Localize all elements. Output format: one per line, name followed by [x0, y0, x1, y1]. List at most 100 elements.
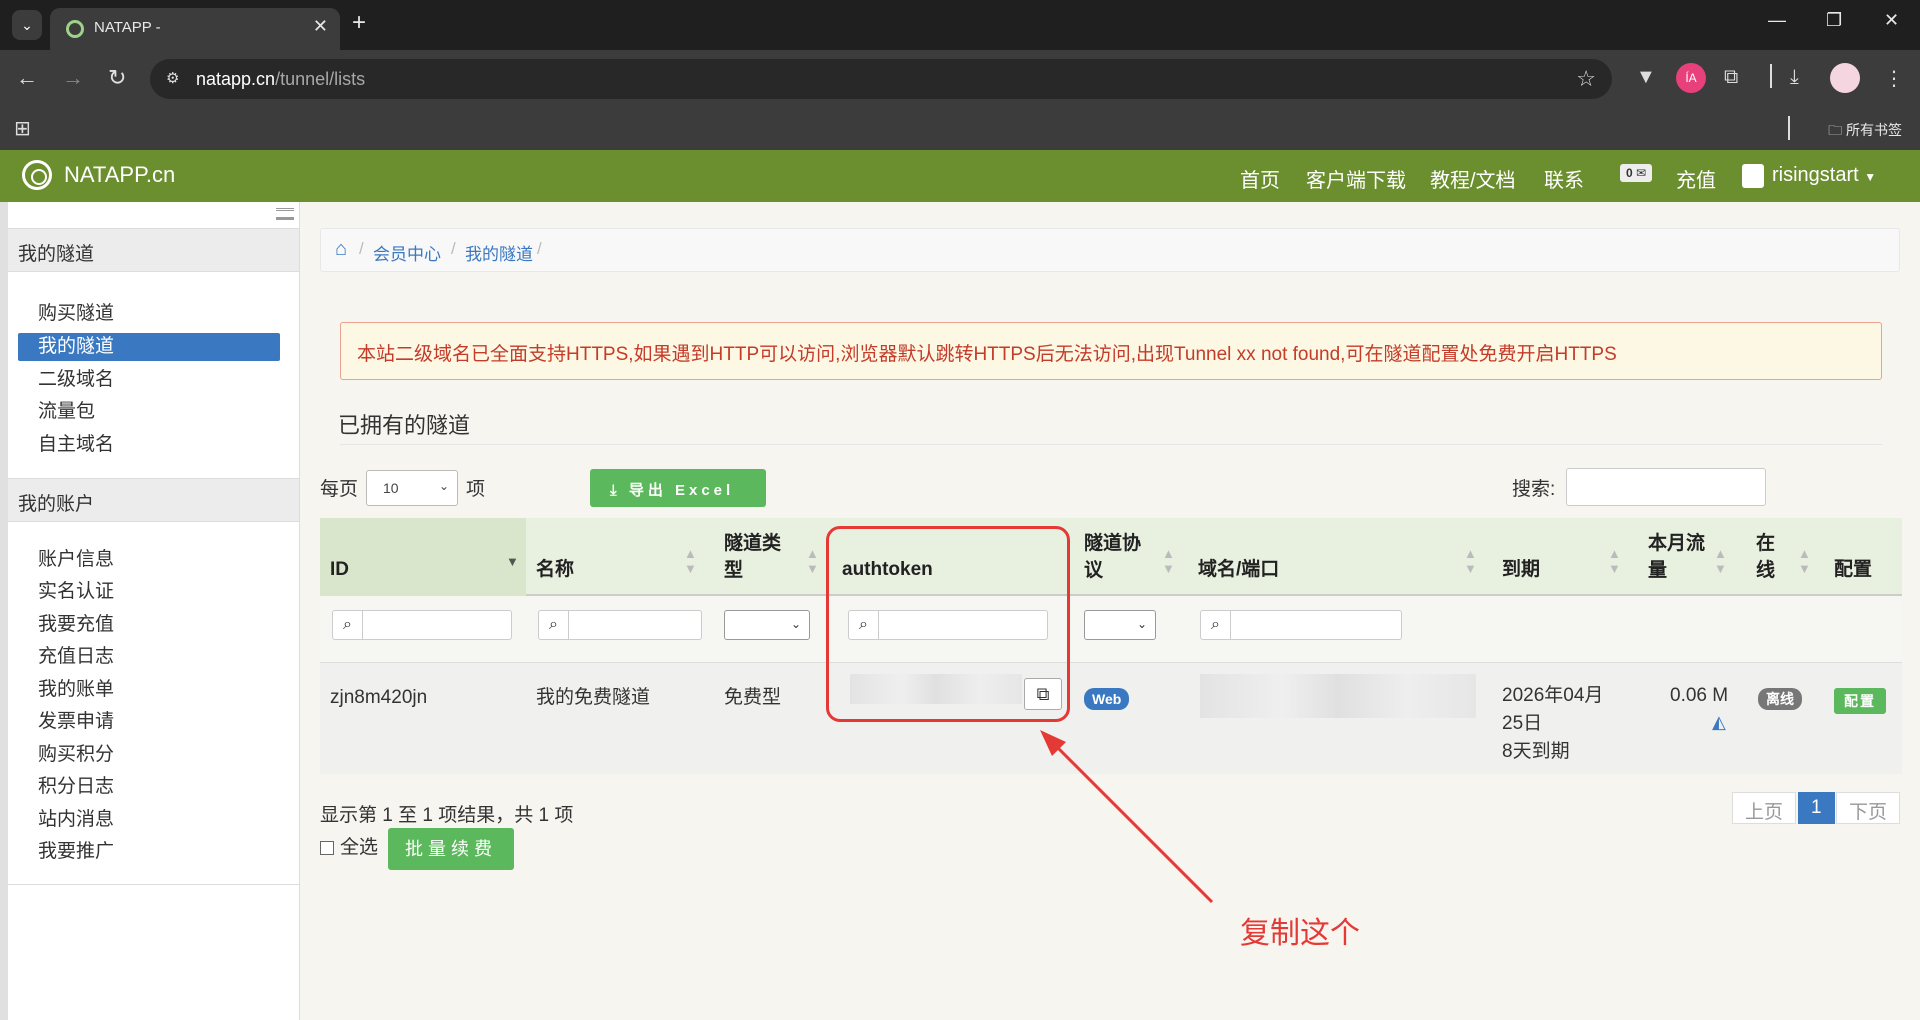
- nav-docs[interactable]: 教程/文档: [1430, 164, 1516, 193]
- chevron-down-icon: ⌄: [790, 617, 801, 631]
- menu-kebab-icon[interactable]: ⋮: [1884, 66, 1904, 91]
- sidebar-item-buy-tunnel[interactable]: 购买隧道: [18, 300, 280, 328]
- bookmark-star-icon[interactable]: ☆: [1576, 66, 1596, 92]
- sort-desc-icon[interactable]: ▼: [506, 554, 519, 569]
- site-favicon-icon: [66, 20, 84, 38]
- download-icon[interactable]: ⤓: [1790, 66, 1799, 89]
- download-icon: ⤓: [610, 482, 629, 499]
- sidebar-item-recharge[interactable]: 我要充值: [18, 611, 280, 639]
- forward-icon[interactable]: →: [62, 65, 84, 91]
- pager-next[interactable]: 下页: [1836, 792, 1901, 824]
- select-all-checkbox[interactable]: 全选: [320, 832, 378, 859]
- tab-search-button[interactable]: ⌄: [12, 10, 42, 40]
- nav-home[interactable]: 首页: [1240, 164, 1280, 193]
- sort-icon[interactable]: ▲ ▼: [806, 546, 819, 576]
- extensions-puzzle-icon[interactable]: ⧉: [1724, 66, 1738, 89]
- col-domain[interactable]: 域名/端口: [1198, 556, 1279, 583]
- area-chart-icon[interactable]: ◭: [1712, 712, 1726, 733]
- main-content: ⌂ / 会员中心 / 我的隧道 / 本站二级域名已全面支持HTTPS,如果遇到H…: [300, 202, 1920, 1020]
- browser-tab[interactable]: NATAPP - ✕: [50, 8, 340, 50]
- search-input[interactable]: [1566, 468, 1766, 506]
- sidebar-item-custom-domain[interactable]: 自主域名: [18, 431, 280, 459]
- sort-icon[interactable]: ▲ ▼: [1714, 546, 1727, 576]
- sidebar-scrollbar[interactable]: [0, 202, 8, 1020]
- per-page-select[interactable]: 10 ⌄: [366, 470, 458, 506]
- pager-prev[interactable]: 上页: [1732, 792, 1797, 824]
- authtoken-highlight-box: [826, 526, 1070, 722]
- config-button[interactable]: 配置: [1834, 688, 1886, 714]
- reload-icon[interactable]: ↻: [108, 65, 126, 91]
- breadcrumb-separator: /: [537, 239, 542, 258]
- apps-grid-icon[interactable]: ⊞: [14, 116, 31, 141]
- sort-icon[interactable]: ▲ ▼: [1608, 546, 1621, 576]
- site-info-icon[interactable]: ⚙: [166, 69, 184, 87]
- sort-icon[interactable]: ▲ ▼: [684, 546, 697, 576]
- filter-name-input[interactable]: ⌕: [538, 610, 702, 640]
- col-expire[interactable]: 到期: [1502, 556, 1540, 583]
- url-text: natapp.cn/tunnel/lists: [196, 69, 366, 89]
- col-type[interactable]: 隧道类型: [724, 530, 781, 584]
- col-protocol[interactable]: 隧道协议: [1084, 530, 1141, 584]
- sidebar-item-account-info[interactable]: 账户信息: [18, 546, 280, 574]
- breadcrumb: ⌂ / 会员中心 / 我的隧道 /: [320, 228, 1900, 272]
- restore-icon[interactable]: ❐: [1826, 10, 1842, 31]
- filter-domain-input[interactable]: ⌕: [1200, 610, 1402, 640]
- sort-icon[interactable]: ▲ ▼: [1464, 546, 1477, 576]
- sidebar-item-buy-points[interactable]: 购买积分: [18, 741, 280, 769]
- tab-title: NATAPP -: [94, 19, 161, 36]
- per-page-prefix: 每页: [320, 479, 359, 500]
- expire-date: 2026年04月 25日 8天到期: [1502, 685, 1604, 762]
- filter-protocol-select[interactable]: ⌄: [1084, 610, 1156, 640]
- sidebar-item-subdomain[interactable]: 二级域名: [18, 366, 280, 394]
- col-traffic[interactable]: 本月流量: [1648, 530, 1705, 584]
- nav-client-download[interactable]: 客户端下载: [1306, 164, 1406, 193]
- tab-close-icon[interactable]: ✕: [313, 16, 328, 37]
- search-label: 搜索:: [1512, 479, 1556, 500]
- nav-recharge[interactable]: 充值: [1676, 164, 1716, 193]
- filter-id-input[interactable]: ⌕: [332, 610, 512, 640]
- new-tab-button[interactable]: +: [352, 10, 366, 36]
- bookmarks-divider: [1788, 116, 1790, 140]
- table-row: [320, 662, 1902, 774]
- sidebar-item-messages[interactable]: 站内消息: [18, 806, 280, 834]
- checkbox[interactable]: [320, 840, 334, 855]
- window-close-icon[interactable]: ✕: [1884, 10, 1899, 31]
- back-icon[interactable]: ←: [16, 65, 38, 91]
- sidebar-item-recharge-log[interactable]: 充值日志: [18, 643, 280, 671]
- sidebar-collapse-icon[interactable]: [276, 208, 294, 220]
- batch-renew-button[interactable]: 批量续费: [388, 828, 514, 870]
- col-id[interactable]: ID: [330, 556, 349, 583]
- sidebar-item-promote[interactable]: 我要推广: [18, 838, 280, 866]
- bookmarks-bar: ⊞ 🗀 所有书签: [0, 108, 1920, 150]
- profile-avatar-icon[interactable]: [1830, 63, 1860, 93]
- extension-icon[interactable]: ▼: [1636, 66, 1656, 89]
- home-icon[interactable]: ⌂: [335, 238, 347, 261]
- breadcrumb-separator: /: [359, 239, 364, 258]
- sidebar-item-real-name[interactable]: 实名认证: [18, 578, 280, 606]
- col-online[interactable]: 在线: [1756, 530, 1775, 584]
- user-menu[interactable]: risingstart ▼: [1772, 164, 1876, 187]
- chevron-down-icon: ⌄: [438, 479, 449, 493]
- col-name[interactable]: 名称: [536, 556, 574, 583]
- sidebar-item-invoice[interactable]: 发票申请: [18, 708, 280, 736]
- pager-page-1[interactable]: 1: [1798, 792, 1835, 824]
- breadcrumb-member-center[interactable]: 会员中心: [373, 240, 441, 265]
- breadcrumb-my-tunnels[interactable]: 我的隧道: [465, 240, 533, 265]
- address-bar[interactable]: ⚙ natapp.cn/tunnel/lists ☆: [150, 59, 1612, 99]
- translate-extension-icon[interactable]: ÍA: [1676, 63, 1706, 93]
- sidebar-item-my-tunnels[interactable]: 我的隧道: [18, 333, 280, 361]
- sidebar-item-bills[interactable]: 我的账单: [18, 676, 280, 704]
- site-logo[interactable]: NATAPP.cn: [22, 160, 175, 190]
- tunnel-type: 免费型: [724, 687, 782, 708]
- sort-icon[interactable]: ▲ ▼: [1162, 546, 1175, 576]
- filter-type-select[interactable]: ⌄: [724, 610, 810, 640]
- export-excel-button[interactable]: ⤓ 导出 Excel: [590, 469, 766, 507]
- chevron-down-icon: ⌄: [1136, 617, 1147, 631]
- minimize-icon[interactable]: —: [1768, 10, 1786, 31]
- sort-icon[interactable]: ▲ ▼: [1798, 546, 1811, 576]
- sidebar-item-points-log[interactable]: 积分日志: [18, 773, 280, 801]
- nav-contact[interactable]: 联系: [1544, 164, 1584, 193]
- sidebar-item-traffic-pack[interactable]: 流量包: [18, 398, 280, 426]
- all-bookmarks-button[interactable]: 🗀 所有书签: [1828, 120, 1902, 144]
- protocol-badge: Web: [1084, 688, 1130, 710]
